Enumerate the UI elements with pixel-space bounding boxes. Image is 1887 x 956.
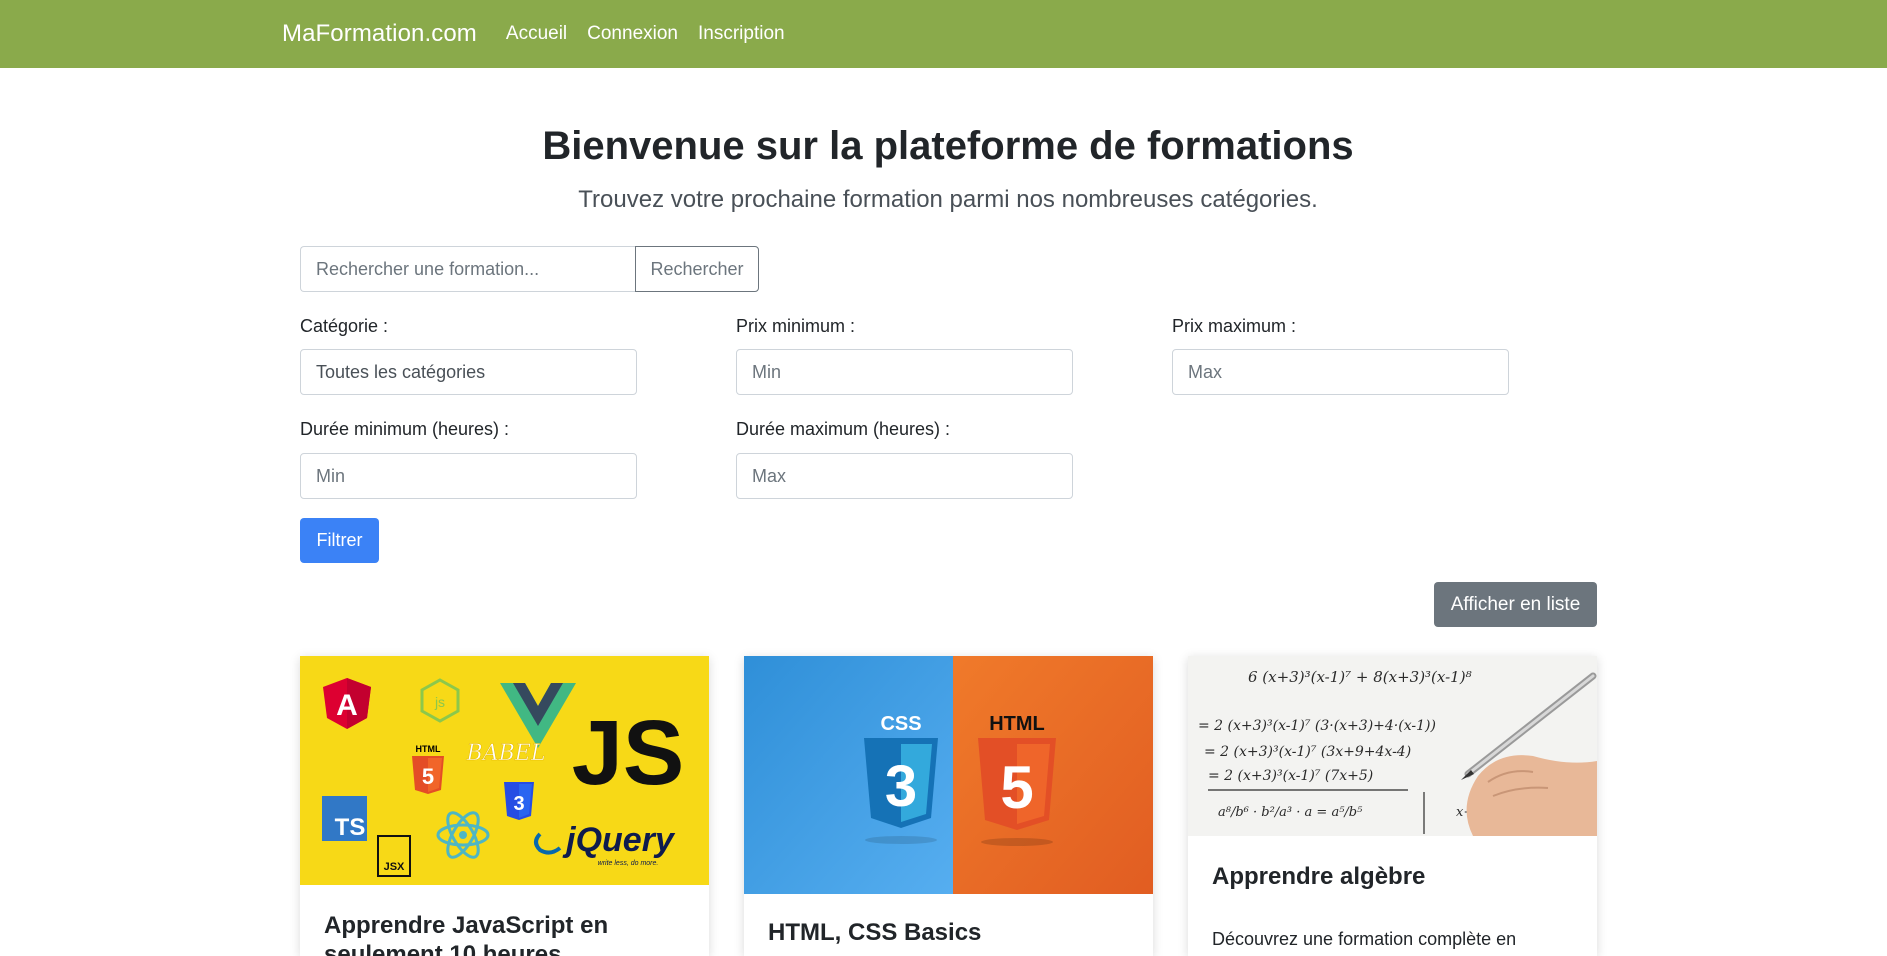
filter-button[interactable]: Filtrer bbox=[300, 518, 379, 563]
react-logo bbox=[436, 811, 490, 859]
algebra-image: 6 (x+3)³(x-1)⁷ + 8(x+3)³(x-1)⁸ = 2 (x+3)… bbox=[1188, 656, 1597, 836]
svg-text:3: 3 bbox=[513, 793, 524, 815]
search-group: Rechercher bbox=[300, 246, 759, 292]
javascript-collage-image: A js HTML 5 BABEL JS 3 TS JSX jQuery wri… bbox=[322, 678, 685, 877]
svg-text:5: 5 bbox=[422, 764, 434, 789]
svg-text:3: 3 bbox=[885, 754, 917, 819]
duration-min-label: Durée minimum (heures) : bbox=[300, 419, 510, 439]
duration-min-input[interactable] bbox=[300, 453, 637, 499]
math-line: 6 (x+3)³(x-1)⁷ + 8(x+3)³(x-1)⁸ bbox=[1248, 668, 1472, 686]
page-subtitle: Trouvez votre prochaine formation parmi … bbox=[578, 186, 1318, 213]
html5-logo: HTML 5 bbox=[412, 744, 444, 794]
course-card-html-css[interactable]: CSS 3 HTML 5 HTML, CSS Basics bbox=[744, 656, 1153, 956]
price-min-input[interactable] bbox=[736, 349, 1073, 395]
math-line: = 2 (x+3)³(x-1)⁷ (3x+9+4x-4) bbox=[1204, 744, 1411, 760]
nav-link-inscription[interactable]: Inscription bbox=[698, 23, 785, 45]
card-title[interactable]: Apprendre algèbre bbox=[1212, 862, 1572, 891]
brand-link[interactable]: MaFormation.com bbox=[282, 20, 477, 48]
svg-text:TS: TS bbox=[335, 814, 366, 841]
category-select-value: Toutes les catégories bbox=[316, 361, 486, 382]
category-select[interactable]: Toutes les catégories bbox=[300, 349, 637, 395]
price-min-label: Prix minimum : bbox=[736, 316, 856, 336]
card-title[interactable]: HTML, CSS Basics bbox=[768, 918, 1128, 947]
jsx-logo: JSX bbox=[377, 835, 411, 877]
html5-logo: HTML 5 bbox=[978, 713, 1056, 830]
svg-text:HTML: HTML bbox=[416, 744, 441, 754]
svg-text:HTML: HTML bbox=[989, 713, 1045, 735]
svg-text:A: A bbox=[336, 689, 358, 722]
page-title: Bienvenue sur la plateforme de formation… bbox=[542, 124, 1354, 168]
nav-link-connexion[interactable]: Connexion bbox=[587, 23, 678, 45]
svg-text:JSX: JSX bbox=[384, 861, 405, 873]
svg-text:js: js bbox=[434, 694, 445, 710]
svg-text:jQuery: jQuery bbox=[562, 821, 676, 859]
typescript-logo: TS bbox=[322, 796, 367, 841]
category-label: Catégorie : bbox=[300, 316, 389, 336]
card-image-algebre: 6 (x+3)³(x-1)⁷ + 8(x+3)³(x-1)⁸ = 2 (x+3)… bbox=[1188, 656, 1597, 836]
price-max-label: Prix maximum : bbox=[1172, 316, 1297, 336]
svg-text:write less, do more.: write less, do more. bbox=[598, 860, 659, 867]
math-line: a⁸/b⁶ · b²/a³ · a = a⁵/b⁵ bbox=[1218, 805, 1363, 820]
card-description: Découvrez une formation complète en bbox=[1212, 929, 1517, 949]
babel-logo: BABEL bbox=[466, 741, 546, 766]
card-image-html-css: CSS 3 HTML 5 bbox=[744, 656, 1153, 894]
duration-max-label: Durée maximum (heures) : bbox=[736, 419, 951, 439]
svg-text:5: 5 bbox=[1000, 754, 1033, 821]
html-css-image: CSS 3 HTML 5 bbox=[744, 656, 1153, 894]
svg-text:CSS: CSS bbox=[880, 713, 921, 735]
course-card-javascript[interactable]: A js HTML 5 BABEL JS 3 TS JSX jQuery wri… bbox=[300, 656, 709, 956]
search-input[interactable] bbox=[300, 246, 635, 292]
list-view-button[interactable]: Afficher en liste bbox=[1434, 582, 1597, 627]
price-max-input[interactable] bbox=[1172, 349, 1509, 395]
card-image-javascript: A js HTML 5 BABEL JS 3 TS JSX jQuery wri… bbox=[300, 656, 709, 885]
nodejs-logo: js bbox=[420, 678, 460, 723]
vue-logo bbox=[500, 683, 576, 748]
course-card-algebre[interactable]: 6 (x+3)³(x-1)⁷ + 8(x+3)³(x-1)⁸ = 2 (x+3)… bbox=[1188, 656, 1597, 956]
card-title[interactable]: Apprendre JavaScript en seulement 10 heu… bbox=[324, 911, 684, 956]
nav-link-accueil[interactable]: Accueil bbox=[506, 23, 567, 45]
math-line: = 2 (x+3)³(x-1)⁷ (7x+5) bbox=[1208, 768, 1373, 784]
css3-logo: 3 bbox=[504, 782, 534, 820]
math-line: = 2 (x+3)³(x-1)⁷ (3·(x+3)+4·(x-1)) bbox=[1198, 718, 1436, 734]
js-big-logo: JS bbox=[572, 702, 685, 804]
search-button[interactable]: Rechercher bbox=[635, 246, 759, 292]
duration-max-input[interactable] bbox=[736, 453, 1073, 499]
jquery-logo: jQuery write less, do more. bbox=[534, 821, 676, 867]
angular-logo: A bbox=[323, 678, 371, 729]
navbar: MaFormation.com Accueil Connexion Inscri… bbox=[0, 0, 1887, 68]
